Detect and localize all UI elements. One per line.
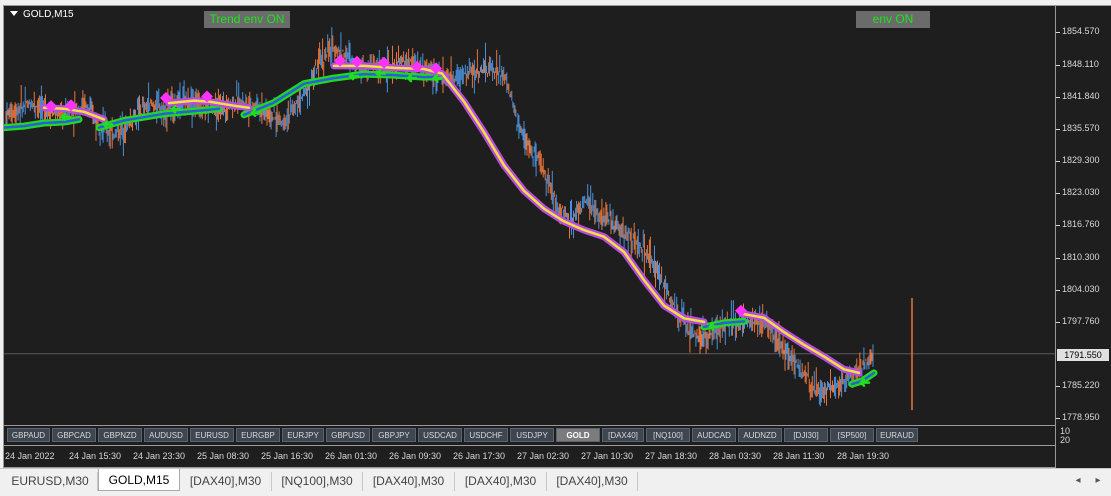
time-tick-label: 27 Jan 18:30 xyxy=(645,451,698,461)
symbol-button-dax40[interactable]: [DAX40] xyxy=(602,428,644,442)
price-tick-label: 1829.300 xyxy=(1062,155,1100,165)
price-tick-label: 1848.110 xyxy=(1062,59,1099,69)
price-tick-label: 1810.300 xyxy=(1062,252,1100,262)
tab-dax40m30[interactable]: [DAX40],M30 xyxy=(547,472,638,491)
price-tick-mark xyxy=(1056,97,1060,98)
chevron-right-icon[interactable]: ▸ xyxy=(1091,474,1105,488)
time-tick-label: 28 Jan 03:30 xyxy=(709,451,762,461)
chart-title-text: GOLD,M15 xyxy=(23,9,74,20)
price-tick-mark xyxy=(1056,418,1060,419)
time-tick-label: 27 Jan 10:30 xyxy=(581,451,634,461)
tab-eurusdm30[interactable]: EURUSD,M30 xyxy=(3,472,98,491)
time-tick-label: 24 Jan 23:30 xyxy=(133,451,186,461)
trend-env-label[interactable]: Trend env ON xyxy=(204,11,290,28)
current-price-label: 1791.550 xyxy=(1057,349,1109,361)
tab-goldm15[interactable]: GOLD,M15 xyxy=(98,469,180,491)
symbol-button-gold[interactable]: GOLD xyxy=(556,428,600,442)
tab-nq100m30[interactable]: [NQ100],M30 xyxy=(272,472,363,491)
downtrend-band-outer xyxy=(330,62,708,326)
price-tick-mark xyxy=(1056,129,1060,130)
price-tick-label: 1804.030 xyxy=(1062,284,1100,294)
price-tick-label: 1835.570 xyxy=(1062,123,1100,133)
price-tick-label: 1816.760 xyxy=(1062,219,1100,229)
time-axis[interactable]: 24 Jan 2022 24 Jan 15:30 24 Jan 23:30 25 Ja… xyxy=(3,446,1056,468)
symbol-button-gbpaud[interactable]: GBPAUD xyxy=(7,428,50,442)
volume-axis: 10 20 xyxy=(1056,426,1111,446)
symbol-button-gbpnzd[interactable]: GBPNZD xyxy=(98,428,142,442)
price-tick-mark xyxy=(1056,290,1060,291)
time-tick-label: 24 Jan 15:30 xyxy=(69,451,122,461)
price-tick-mark xyxy=(1056,65,1060,66)
price-tick-mark xyxy=(1056,225,1060,226)
symbol-button-sp500[interactable]: [SP500] xyxy=(830,428,874,442)
chart-symbol-title: GOLD,M15 xyxy=(10,9,74,20)
symbol-button-audusd[interactable]: AUDUSD xyxy=(144,428,188,442)
time-tick-label: 27 Jan 02:30 xyxy=(517,451,570,461)
tab-dax40m30[interactable]: [DAX40],M30 xyxy=(455,472,547,491)
chart-window: GOLD,M15 Trend env ON env ON 1854.570 184… xyxy=(0,0,1111,468)
time-tick-label: 28 Jan 19:30 xyxy=(837,451,890,461)
symbol-button-eurusd[interactable]: EURUSD xyxy=(190,428,234,442)
symbol-button-usdchf[interactable]: USDCHF xyxy=(464,428,508,442)
time-tick-label: 25 Jan 16:30 xyxy=(261,451,314,461)
chevron-left-icon[interactable]: ◂ xyxy=(1071,474,1085,488)
time-tick-label: 28 Jan 11:30 xyxy=(773,451,825,461)
symbol-button-audnzd[interactable]: AUDNZD xyxy=(738,428,782,442)
dropdown-triangle-icon xyxy=(10,11,18,16)
symbol-button-dji30[interactable]: [DJI30] xyxy=(784,428,828,442)
symbol-button-euraud[interactable]: EURAUD xyxy=(876,428,918,442)
symbol-button-eurjpy[interactable]: EURJPY xyxy=(282,428,324,442)
symbol-button-eurgbp[interactable]: EURGBP xyxy=(236,428,280,442)
time-tick-label: 26 Jan 09:30 xyxy=(389,451,442,461)
symbol-button-usdcad[interactable]: USDCAD xyxy=(418,428,462,442)
symbol-button-audcad[interactable]: AUDCAD xyxy=(692,428,736,442)
time-tick-label: 24 Jan 2022 xyxy=(5,451,55,461)
price-tick-mark xyxy=(1056,258,1060,259)
symbol-button-gbpusd[interactable]: GBPUSD xyxy=(326,428,370,442)
price-tick-label: 1797.760 xyxy=(1062,316,1100,326)
price-tick-label: 1823.030 xyxy=(1062,187,1100,197)
time-tick-label: 25 Jan 08:30 xyxy=(197,451,250,461)
env-label[interactable]: env ON xyxy=(856,11,930,28)
price-tick-mark xyxy=(1056,32,1060,33)
tab-dax40m30[interactable]: [DAX40],M30 xyxy=(180,472,272,491)
volume-label-bottom: 20 xyxy=(1060,435,1071,445)
price-tick-label: 1841.840 xyxy=(1062,91,1100,101)
time-tick-label: 26 Jan 17:30 xyxy=(453,451,506,461)
time-tick-label: 26 Jan 01:30 xyxy=(325,451,378,461)
price-chart[interactable]: GOLD,M15 Trend env ON env ON xyxy=(3,5,1056,426)
time-axis-corner xyxy=(1056,446,1111,468)
price-tick-mark xyxy=(1056,193,1060,194)
price-tick-label: 1854.570 xyxy=(1062,26,1100,36)
price-tick-mark xyxy=(1056,322,1060,323)
symbol-button-gbpcad[interactable]: GBPCAD xyxy=(52,428,96,442)
price-tick-mark xyxy=(1056,161,1060,162)
chart-canvas[interactable] xyxy=(4,6,1055,425)
price-tick-label: 1778.950 xyxy=(1062,412,1100,422)
symbol-button-gbpjpy[interactable]: GBPJPY xyxy=(372,428,416,442)
price-axis[interactable]: 1854.570 1848.110 1841.840 1835.570 1829.300… xyxy=(1056,5,1111,426)
symbol-button-bar: GBPAUD GBPCAD GBPNZD AUDUSD EURUSD EURGBP EURJ… xyxy=(3,426,1056,446)
tab-dax40m30[interactable]: [DAX40],M30 xyxy=(363,472,455,491)
chart-tab-bar: EURUSD,M30 GOLD,M15 [DAX40],M30 [NQ100],M30… xyxy=(0,468,1111,496)
price-tick-label: 1785.220 xyxy=(1062,380,1100,390)
symbol-button-usdjpy[interactable]: USDJPY xyxy=(510,428,554,442)
price-tick-mark xyxy=(1056,386,1060,387)
symbol-button-nq100[interactable]: [NQ100] xyxy=(646,428,690,442)
